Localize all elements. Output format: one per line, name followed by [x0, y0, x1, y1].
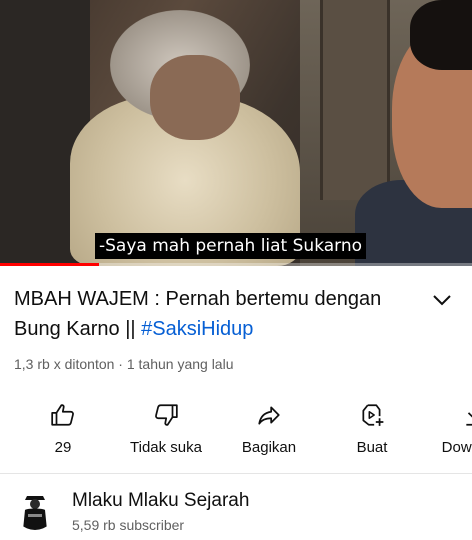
channel-name[interactable]: Mlaku Mlaku Sejarah	[72, 490, 249, 512]
video-frame-door	[320, 0, 390, 200]
share-label: Bagikan	[241, 439, 297, 456]
subscriber-count: 5,59 rb subscriber	[72, 517, 185, 533]
thumbs-down-icon	[155, 404, 178, 426]
download-button[interactable]: Download	[425, 396, 472, 468]
share-button[interactable]: Bagikan	[219, 396, 319, 468]
action-bar: 29 Tidak suka Bagikan Buat Download	[0, 396, 472, 468]
hashtag-link[interactable]: #SaksiHidup	[141, 318, 253, 340]
video-title[interactable]: MBAH WAJEM : Pernah bertemu dengan Bung …	[14, 284, 414, 344]
like-count: 29	[54, 439, 72, 456]
download-label: Download	[441, 439, 472, 456]
create-label: Buat	[356, 439, 388, 456]
video-frame-man-hair	[410, 0, 472, 70]
channel-avatar[interactable]	[14, 488, 56, 530]
video-frame-elderly-woman-face	[150, 55, 240, 140]
channel-avatar-figure-icon	[14, 488, 56, 530]
video-progress-fill	[0, 263, 100, 266]
like-button[interactable]: 29	[13, 396, 113, 468]
video-progress-bar[interactable]	[0, 263, 472, 266]
download-icon	[466, 412, 472, 426]
video-player[interactable]: -Saya mah pernah liat Sukarno	[0, 0, 472, 266]
chevron-down-icon[interactable]	[430, 288, 454, 312]
share-arrow-icon	[258, 406, 280, 425]
video-meta: 1,3 rb x ditonton · 1 tahun yang lalu	[14, 356, 234, 372]
dislike-button[interactable]: Tidak suka	[116, 396, 216, 468]
thumbs-up-icon	[51, 404, 74, 426]
video-caption: -Saya mah pernah liat Sukarno	[95, 233, 367, 259]
dislike-label: Tidak suka	[130, 439, 202, 456]
create-clip-icon	[362, 404, 384, 426]
create-button[interactable]: Buat	[322, 396, 422, 468]
divider	[0, 473, 472, 474]
